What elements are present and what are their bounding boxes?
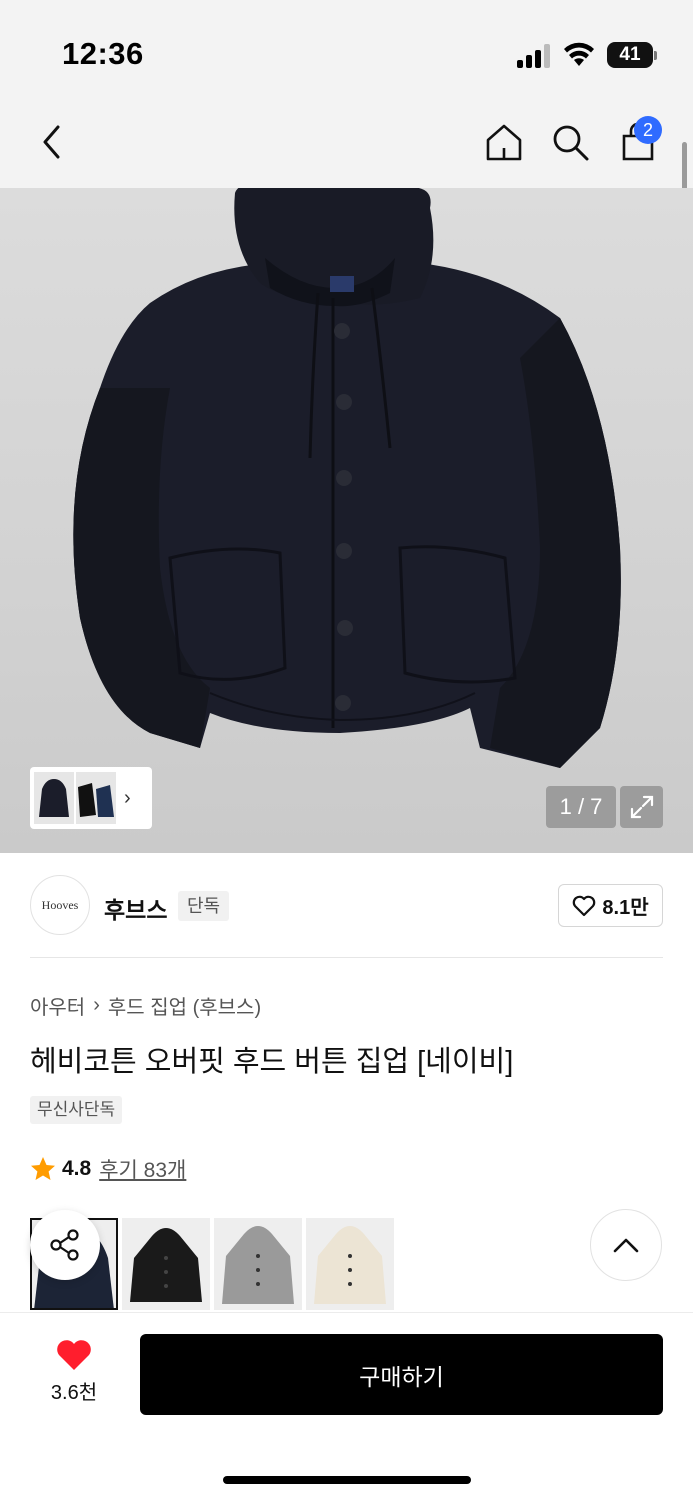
- status-bar: 12:36 41: [0, 0, 693, 100]
- home-icon[interactable]: [480, 118, 528, 166]
- scroll-top-button[interactable]: [590, 1209, 662, 1281]
- reviews-link[interactable]: 후기 83개: [99, 1154, 186, 1184]
- wifi-icon: [562, 40, 596, 68]
- expand-icon[interactable]: [620, 786, 663, 828]
- chevron-up-icon: [613, 1238, 639, 1253]
- image-counter: 1 / 7: [546, 786, 616, 828]
- exclusive-badge: 무신사단독: [30, 1096, 123, 1124]
- star-icon: [31, 1157, 55, 1180]
- product-title: 헤비코튼 오버핏 후드 버튼 집업 [네이비]: [30, 1046, 514, 1078]
- share-button[interactable]: [30, 1210, 100, 1280]
- signal-icon: [517, 44, 553, 68]
- brand-name[interactable]: 후브스: [104, 891, 167, 925]
- breadcrumb-category[interactable]: 아우터: [30, 991, 85, 1020]
- battery-level: 41: [607, 42, 653, 68]
- thumbnail-variants[interactable]: [76, 772, 116, 824]
- search-icon[interactable]: [546, 118, 594, 166]
- back-chevron-icon[interactable]: [28, 118, 76, 166]
- swatch-black[interactable]: [122, 1218, 210, 1310]
- breadcrumb-subcategory[interactable]: 후드 집업 (후브스): [108, 991, 261, 1020]
- product-image[interactable]: [0, 188, 693, 853]
- battery-icon: 41: [607, 42, 657, 68]
- breadcrumb: 아우터 › 후드 집업 (후브스): [30, 991, 261, 1020]
- thumbnail-navy[interactable]: [34, 772, 74, 824]
- home-indicator: [223, 1476, 471, 1484]
- swatch-gray[interactable]: [214, 1218, 302, 1310]
- divider: [30, 957, 663, 958]
- heart-filled-icon: [57, 1340, 91, 1370]
- wishlist-count: 3.6천: [50, 1382, 98, 1404]
- status-time: 12:36: [62, 36, 144, 71]
- brand-like-count: 8.1만: [602, 897, 649, 919]
- swatch-ivory[interactable]: [306, 1218, 394, 1310]
- thumbnail-chevron-icon[interactable]: ›: [124, 787, 131, 810]
- top-nav: [0, 100, 693, 188]
- image-thumbnail-strip[interactable]: ›: [30, 767, 152, 829]
- brand-logo[interactable]: Hooves: [30, 875, 90, 935]
- breadcrumb-chevron-icon: ›: [93, 994, 100, 1016]
- rating-score: 4.8: [62, 1157, 92, 1180]
- brand-like-button[interactable]: 8.1만: [558, 884, 663, 927]
- buy-button[interactable]: 구매하기: [140, 1334, 663, 1415]
- wishlist-button[interactable]: 3.6천: [38, 1338, 110, 1405]
- brand-exclusive-tag: 단독: [178, 891, 230, 921]
- rating-row: 4.8 후기 83개: [30, 1154, 186, 1184]
- cart-badge: 2: [634, 116, 662, 144]
- heart-outline-icon: [573, 895, 596, 916]
- share-icon: [50, 1229, 79, 1261]
